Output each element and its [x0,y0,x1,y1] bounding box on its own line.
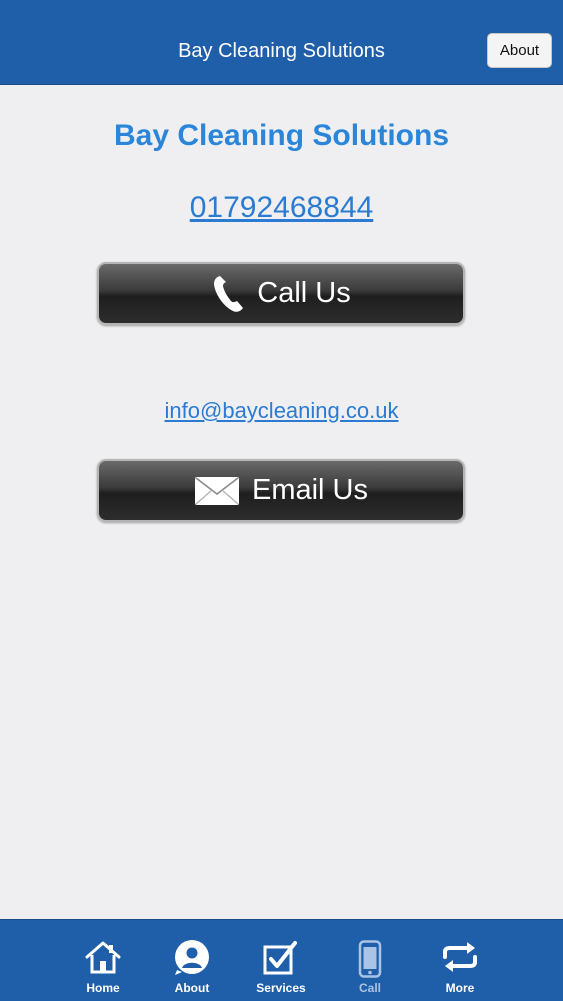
email-link[interactable]: info@baycleaning.co.uk [0,398,563,424]
tab-about[interactable]: About [152,920,232,1001]
page-heading: Bay Cleaning Solutions [113,119,450,152]
phone-handset-icon [211,274,245,314]
email-us-button[interactable]: Email Us [97,459,465,522]
tab-home[interactable]: Home [63,920,143,1001]
checkbox-icon [241,940,321,976]
home-icon [63,940,143,976]
call-us-label: Call Us [257,277,351,309]
phone-link[interactable]: 01792468844 [0,191,563,225]
tab-bar: Home About Services Call More [0,919,563,1001]
top-bar: Bay Cleaning Solutions About [0,0,563,85]
app-title: Bay Cleaning Solutions [178,40,385,62]
tab-home-label: Home [86,981,120,995]
call-us-button[interactable]: Call Us [97,262,465,325]
tab-call-label: Call [358,981,381,995]
email-us-label: Email Us [251,474,368,506]
repeat-icon [420,940,500,976]
tab-more[interactable]: More [420,920,500,1001]
tab-more-label: More [445,981,475,995]
envelope-icon [194,476,240,506]
tab-about-label: About [174,981,210,995]
tab-services-label: Services [256,981,306,995]
tab-call[interactable]: Call [330,920,410,1001]
tab-services[interactable]: Services [241,920,321,1001]
phone-icon [330,940,410,978]
person-icon [152,940,232,976]
about-button[interactable]: About [487,33,552,68]
